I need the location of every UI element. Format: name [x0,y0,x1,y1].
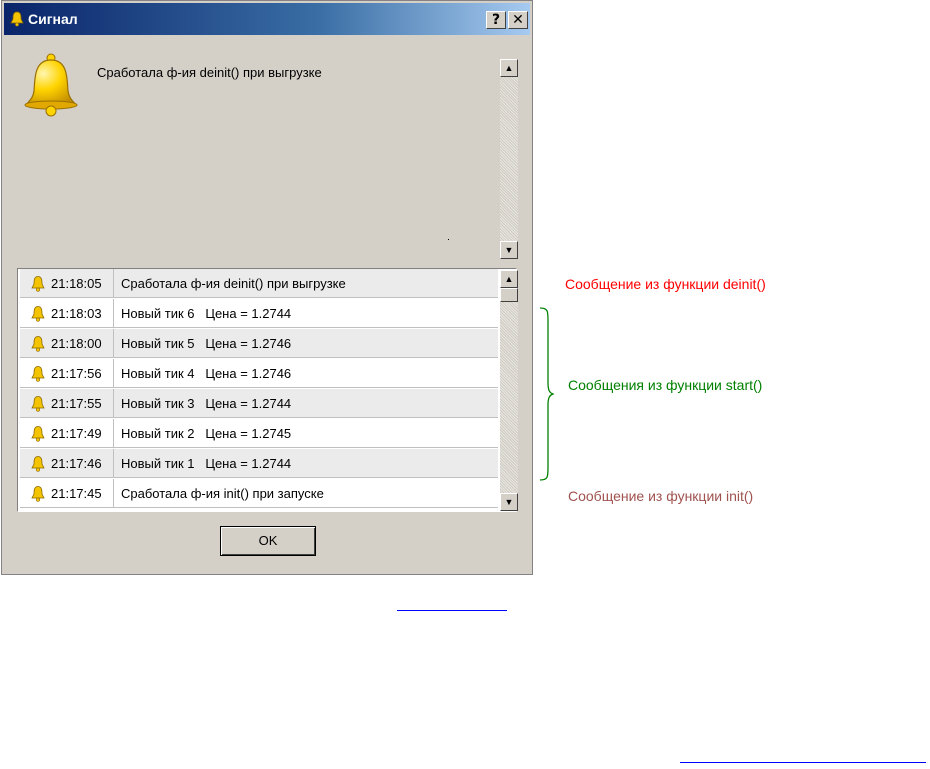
title-bar[interactable]: Сигнал ? ✕ [4,3,530,35]
alert-dialog: Сигнал ? ✕ Сработала ф-ия deinit() при в… [1,0,533,575]
log-time: 21:17:45 [51,485,102,501]
scroll-up-button[interactable]: ▲ [500,59,518,77]
log-time-cell: 21:18:05 [20,269,114,297]
bell-icon [31,485,45,502]
bell-icon [31,395,45,412]
log-row[interactable]: 21:17:46 Новый тик 1 Цена = 1.2744 [20,449,498,478]
bell-icon [31,305,45,322]
log-time-cell: 21:17:49 [20,419,114,447]
close-button[interactable]: ✕ [508,11,528,29]
bell-icon [31,275,45,292]
log-message: Новый тик 1 Цена = 1.2744 [121,455,292,471]
log-time: 21:18:05 [51,275,102,291]
bell-icon [31,335,45,352]
log-row[interactable]: 21:17:49 Новый тик 2 Цена = 1.2745 [20,419,498,448]
log-message: Новый тик 2 Цена = 1.2745 [121,425,292,441]
alert-log-list[interactable]: 21:18:05 Сработала ф-ия deinit() при выгр… [17,268,517,512]
dot [448,239,449,240]
help-button[interactable]: ? [486,11,506,29]
log-message: Сработала ф-ия init() при запуске [121,485,324,501]
scroll-up-button[interactable]: ▲ [500,270,518,288]
window-title: Сигнал [28,11,78,27]
log-message: Новый тик 3 Цена = 1.2744 [121,395,292,411]
annotation-deinit: Сообщение из функции deinit() [565,276,766,292]
bell-icon [10,11,24,27]
log-message: Новый тик 5 Цена = 1.2746 [121,335,292,351]
log-message: Новый тик 4 Цена = 1.2746 [121,365,292,381]
log-time: 21:17:55 [51,395,102,411]
log-time: 21:17:46 [51,455,102,471]
log-row[interactable]: 21:18:05 Сработала ф-ия deinit() при выгр… [20,269,498,298]
log-time-cell: 21:17:55 [20,389,114,417]
scroll-down-button[interactable]: ▼ [500,493,518,511]
annotation-start: Сообщения из функции start() [568,377,763,393]
log-message: Новый тик 6 Цена = 1.2744 [121,305,292,321]
ok-button[interactable]: OK [220,526,316,556]
hyperlink-underline[interactable] [397,610,507,611]
log-time-cell: 21:17:46 [20,449,114,477]
log-time-cell: 21:17:56 [20,359,114,387]
log-row[interactable]: 21:17:45 Сработала ф-ия init() при запуск… [20,479,498,508]
alert-message: Сработала ф-ия deinit() при выгрузке [97,65,322,80]
log-time: 21:18:03 [51,305,102,321]
log-time: 21:17:56 [51,365,102,381]
curly-brace [539,307,554,481]
message-scrollbar[interactable]: ▲ ▼ [500,59,518,259]
log-row[interactable]: 21:17:56 Новый тик 4 Цена = 1.2746 [20,359,498,388]
log-message: Сработала ф-ия deinit() при выгрузке [121,275,346,291]
bell-icon [31,455,45,472]
log-time-cell: 21:18:03 [20,299,114,327]
log-time-cell: 21:18:00 [20,329,114,357]
log-row[interactable]: 21:18:03 Новый тик 6 Цена = 1.2744 [20,299,498,328]
hyperlink-underline[interactable] [680,762,926,763]
scroll-thumb[interactable] [500,288,518,302]
log-time: 21:17:49 [51,425,102,441]
scroll-down-button[interactable]: ▼ [500,241,518,259]
bell-icon [24,53,78,117]
log-time: 21:18:00 [51,335,102,351]
bell-icon [31,425,45,442]
annotation-init: Сообщение из функции init() [568,488,754,504]
log-scrollbar[interactable]: ▲ ▼ [500,270,518,511]
log-row[interactable]: 21:18:00 Новый тик 5 Цена = 1.2746 [20,329,498,358]
log-time-cell: 21:17:45 [20,479,114,507]
log-row[interactable]: 21:17:55 Новый тик 3 Цена = 1.2744 [20,389,498,418]
bell-icon [31,365,45,382]
